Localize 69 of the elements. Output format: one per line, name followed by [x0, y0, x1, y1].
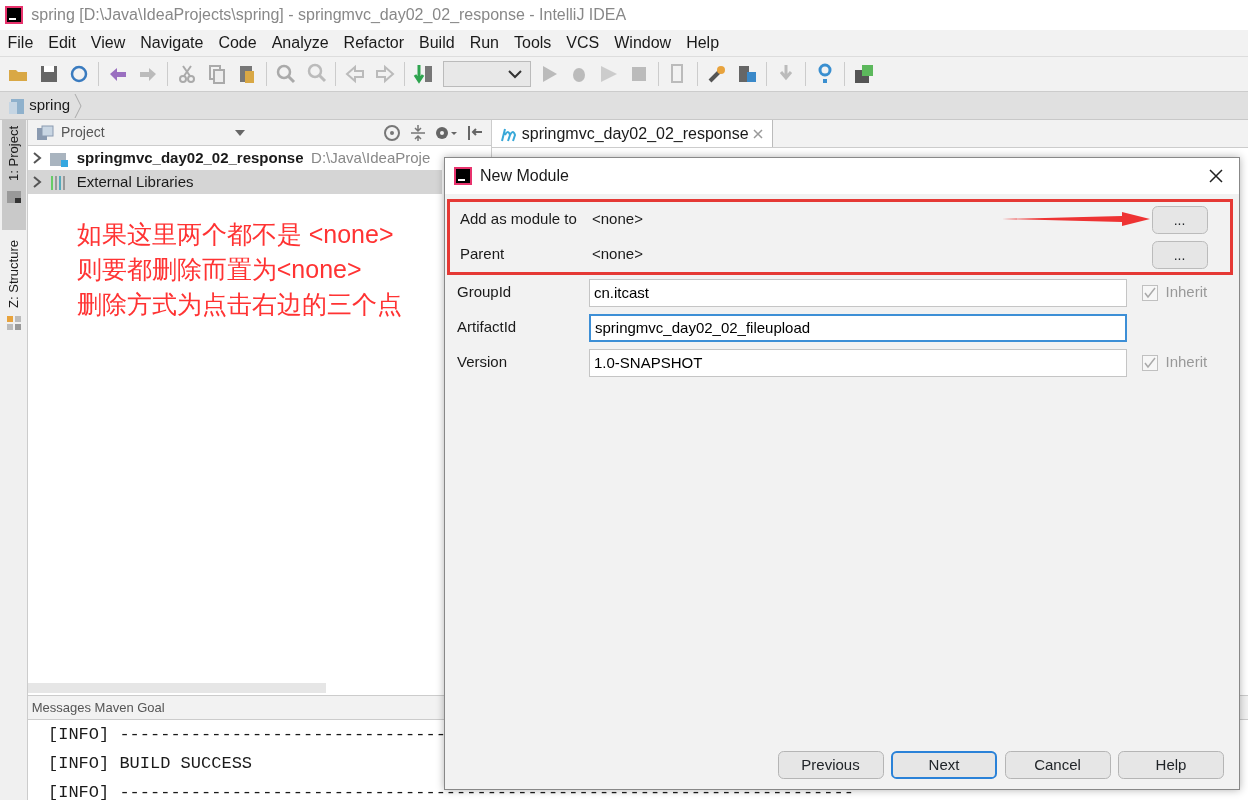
app-logo-icon: [452, 166, 473, 186]
folder-icon: [5, 188, 22, 205]
module-name: External Libraries: [76, 171, 194, 192]
menu-item[interactable]: File: [7, 31, 34, 55]
chevron-right-icon: [73, 92, 82, 119]
annotation-text: 则要都删除而置为<none>: [76, 253, 362, 285]
side-tab[interactable]: Z: Structure: [1, 234, 26, 338]
chevron-down-icon: [508, 69, 522, 79]
breadcrumb-item[interactable]: spring: [29, 94, 71, 117]
menu-item[interactable]: Build: [419, 31, 455, 55]
dialog-button[interactable]: Cancel: [1004, 751, 1111, 779]
menu-item[interactable]: Help: [686, 31, 720, 55]
menu-item[interactable]: Refactor: [343, 31, 405, 55]
dialog-button[interactable]: Help: [1118, 751, 1224, 779]
field-value: <none>: [592, 209, 643, 230]
dropdown-icon[interactable]: [234, 128, 247, 137]
field-label: ArtifactId: [456, 317, 518, 338]
field-label: Version: [456, 352, 509, 373]
side-tab[interactable]: 1: Project: [1, 120, 26, 230]
checkbox[interactable]: [1142, 354, 1158, 371]
tree-item[interactable]: springmvc_day02_02_response D:\Java\IdeaProje: [28, 146, 442, 170]
text-field[interactable]: springmvc_day02_02_fileupload: [589, 313, 1127, 342]
run-config-dropdown[interactable]: [442, 61, 531, 87]
checkbox-label: Inherit: [1165, 352, 1208, 373]
app-logo-icon: [3, 5, 24, 25]
menu-item[interactable]: VCS: [566, 31, 600, 55]
menu-item[interactable]: Navigate: [140, 31, 204, 55]
menu-item[interactable]: Window: [614, 31, 672, 55]
chevron-right-icon[interactable]: [31, 151, 42, 165]
field-label: Parent: [459, 244, 506, 265]
chevron-right-icon[interactable]: [31, 175, 42, 189]
module-name: springmvc_day02_02_response: [76, 147, 304, 168]
annotation-text: 删除方式为点击右边的三个点: [76, 288, 402, 320]
locate-icon[interactable]: [383, 123, 401, 142]
field-value: <none>: [592, 244, 643, 265]
text-field[interactable]: 1.0-SNAPSHOT: [589, 348, 1127, 377]
text-field[interactable]: cn.itcast: [589, 278, 1127, 307]
tree-item[interactable]: External Libraries: [28, 170, 442, 194]
menu-item[interactable]: View: [90, 31, 126, 55]
window-title: spring [D:\Java\IdeaProjects\spring] - springmvc_day02_02_response - IntelliJ IDEA: [31, 5, 627, 25]
panel-title: Project: [61, 123, 105, 142]
panel-title: Messages Maven Goal: [31, 698, 165, 717]
console-line: [INFO] --------------------------------: [48, 724, 446, 746]
dialog-button[interactable]: Previous: [777, 751, 884, 779]
project-icon: [7, 96, 26, 115]
panel-icon: [35, 124, 54, 141]
menu-item[interactable]: Tools: [514, 31, 552, 55]
structure-icon: [5, 315, 22, 332]
field-label: Add as module to: [459, 209, 578, 230]
menu-item[interactable]: Code: [218, 31, 257, 55]
checkbox-label: Inherit: [1165, 282, 1208, 303]
console-line: [INFO] BUILD SUCCESS: [48, 753, 253, 775]
field-label: GroupId: [456, 282, 513, 303]
menu-item[interactable]: Analyze: [271, 31, 329, 55]
module-path: D:\Java\IdeaProje: [311, 147, 431, 168]
menu-item[interactable]: Run: [469, 31, 499, 55]
console-line: [INFO] ------------------------------------------------------------------------: [48, 782, 854, 800]
browse-button[interactable]: ...: [1151, 205, 1208, 234]
collapse-icon[interactable]: [408, 123, 427, 142]
checkbox[interactable]: [1142, 284, 1158, 301]
close-icon[interactable]: [1208, 168, 1224, 184]
scrollbar[interactable]: [28, 683, 326, 693]
hide-panel-icon[interactable]: [465, 123, 484, 142]
editor-tab[interactable]: springmvc_day02_02_response: [492, 120, 774, 147]
dialog-title: New Module: [480, 166, 569, 186]
dialog-button[interactable]: Next: [891, 751, 997, 779]
browse-button[interactable]: ...: [1151, 240, 1208, 269]
annotation-text: 如果这里两个都不是 <none>: [76, 218, 394, 250]
menu-item[interactable]: Edit: [48, 31, 76, 55]
